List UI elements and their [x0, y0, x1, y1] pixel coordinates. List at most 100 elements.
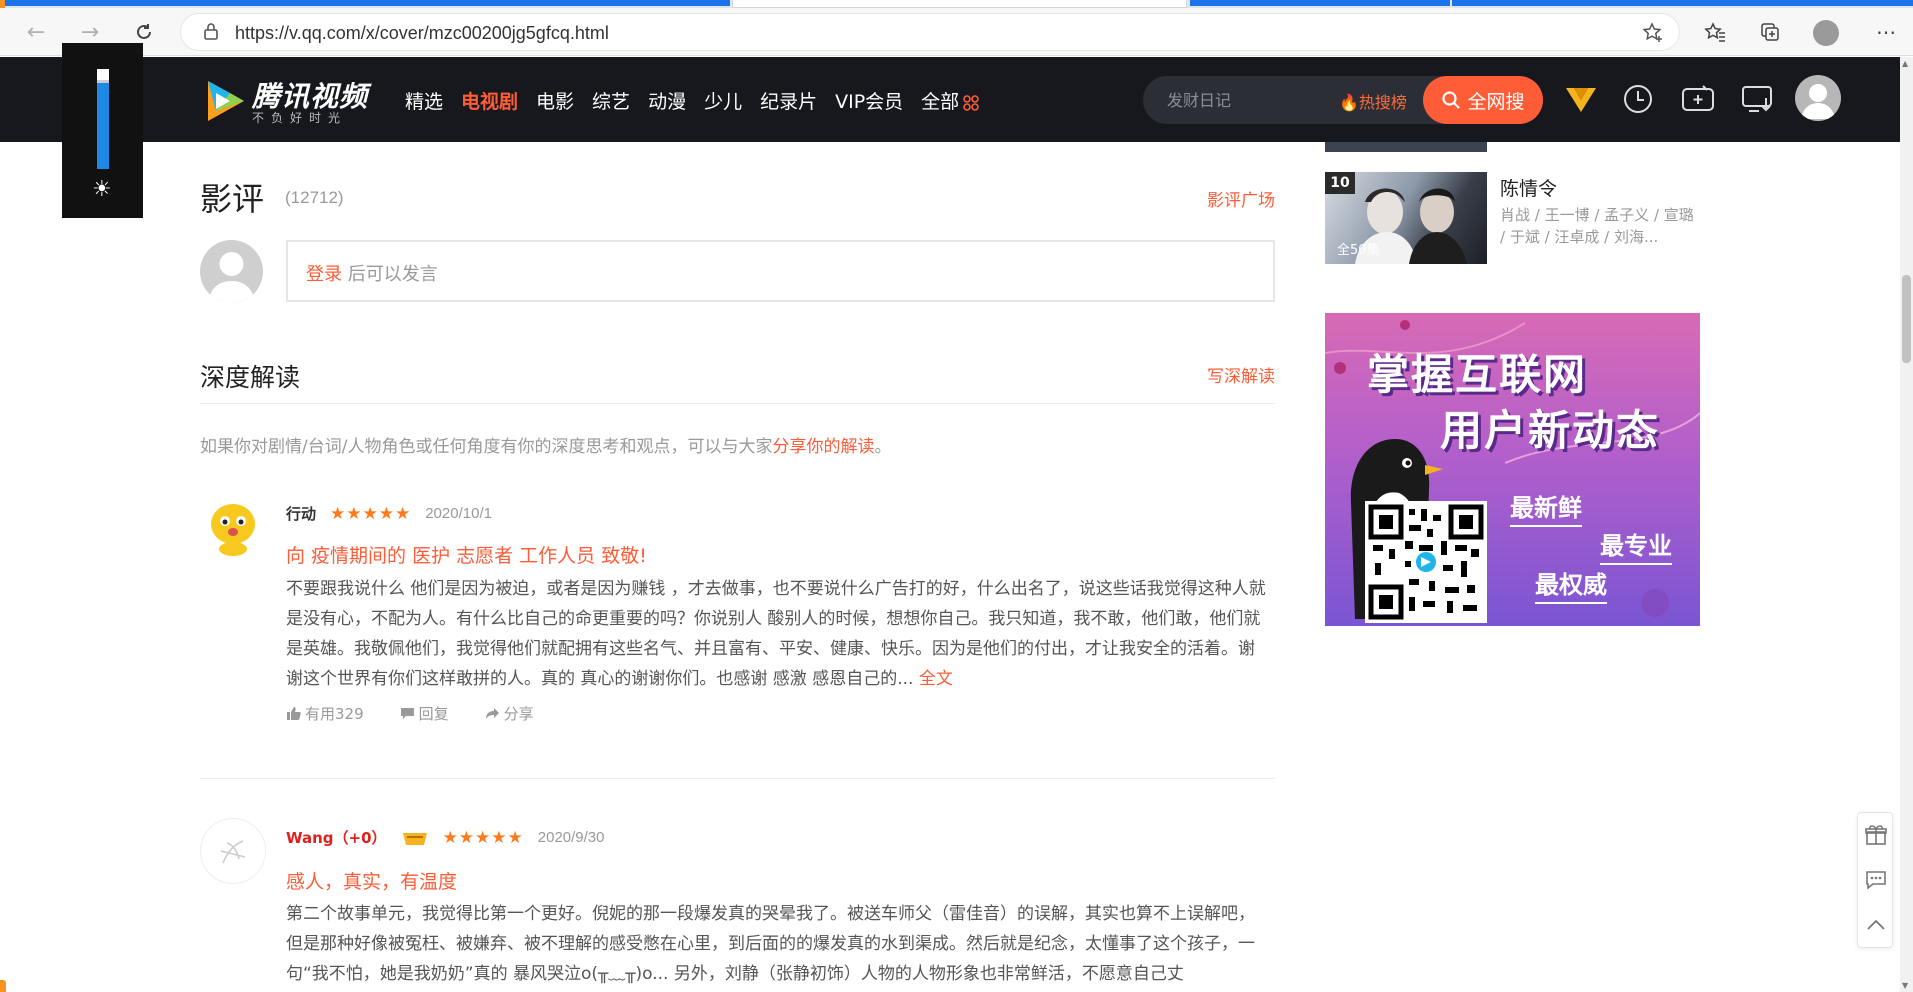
episode-count: 全50集 — [1337, 243, 1380, 258]
review-title[interactable]: 感人，真实，有温度 — [286, 867, 457, 894]
collections-icon[interactable] — [1756, 18, 1784, 46]
browser-tab[interactable] — [1190, 0, 1450, 6]
url-text[interactable]: https://v.qq.com/x/cover/mzc00200jg5gfcq… — [235, 23, 609, 44]
browser-toolbar: ← → https://v.qq.com/x/cover/mzc00200jg5… — [0, 8, 1913, 56]
add-favorite-icon[interactable] — [1641, 21, 1665, 45]
read-full-link[interactable]: 全文 — [919, 669, 953, 689]
page-scrollbar[interactable]: ▲ ▼ — [1900, 57, 1913, 992]
vip-icon[interactable] — [1563, 81, 1599, 117]
ad-tag-professional: 最专业 — [1600, 526, 1672, 565]
comment-composer: 登录 后可以发言 — [200, 238, 1275, 303]
scroll-up-arrow-icon[interactable]: ▲ — [1902, 59, 1908, 68]
brightness-control: ☀ — [62, 43, 143, 218]
address-bar[interactable]: https://v.qq.com/x/cover/mzc00200jg5gfcq… — [180, 13, 1680, 51]
nav-item-variety[interactable]: 综艺 — [592, 87, 630, 114]
reviews-count: (12712) — [285, 188, 344, 207]
login-link[interactable]: 登录 — [306, 264, 342, 285]
review-date: 2020/10/1 — [425, 505, 492, 522]
share-button[interactable]: 分享 — [485, 703, 534, 724]
lock-icon — [204, 23, 218, 40]
nav-item-all[interactable]: 全部 — [921, 87, 980, 114]
guest-avatar — [200, 240, 263, 303]
deep-desc-suffix: 。 — [874, 437, 892, 457]
browser-tab-active[interactable] — [732, 0, 1187, 8]
play-logo-icon — [208, 81, 244, 121]
review-plaza-link[interactable]: 影评广场 — [1207, 186, 1275, 211]
upload-video-icon[interactable] — [1680, 81, 1716, 117]
nav-item-movies[interactable]: 电影 — [536, 87, 574, 114]
reply-button[interactable]: 回复 — [400, 703, 449, 724]
deep-analysis-title: 深度解读 — [200, 363, 301, 392]
comment-input-box[interactable]: 登录 后可以发言 — [286, 240, 1275, 302]
nav-item-kids[interactable]: 少儿 — [704, 87, 742, 114]
deep-analysis-description: 如果你对剧情/台词/人物角色或任何角度有你的深度思考和观点，可以与大家分享你的解… — [200, 432, 891, 457]
thumbs-up-icon — [287, 707, 301, 720]
gift-icon[interactable] — [1864, 823, 1888, 847]
reviews-header: 影评 (12712) 影评广场 — [200, 174, 1275, 218]
back-to-top-icon[interactable] — [1864, 913, 1888, 937]
search-icon — [1442, 91, 1461, 109]
nav-item-all-label: 全部 — [921, 91, 960, 113]
rating-stars: ★★★★★ — [442, 827, 524, 848]
rank-thumbnail-partial[interactable] — [1325, 142, 1487, 152]
review-item: 行动 ★★★★★ 2020/10/1 向 疫情期间的 医护 志愿者 工作人员 致… — [200, 494, 1275, 723]
browser-tab[interactable] — [1452, 0, 1913, 6]
nav-item-tv-series[interactable]: 电视剧 — [461, 87, 518, 114]
review-meta: Wang（+0） ★★★★★ 2020/9/30 — [286, 827, 605, 848]
floating-toolbar — [1857, 812, 1893, 948]
brightness-slider[interactable] — [97, 69, 109, 169]
site-header: 腾讯视频 不负好时光 精选 电视剧 电影 综艺 动漫 少儿 纪录片 VIP会员 … — [0, 57, 1900, 142]
reviewer-avatar[interactable] — [200, 818, 266, 884]
brightness-slider-handle[interactable] — [97, 69, 109, 83]
profile-avatar[interactable] — [1813, 20, 1839, 46]
show-title[interactable]: 陈情令 — [1500, 174, 1557, 201]
nav-item-featured[interactable]: 精选 — [405, 87, 443, 114]
main-nav: 精选 电视剧 电影 综艺 动漫 少儿 纪录片 VIP会员 全部 — [405, 87, 998, 114]
write-analysis-link[interactable]: 写深解读 — [1207, 362, 1275, 387]
browser-tab[interactable] — [0, 0, 730, 6]
nav-item-vip[interactable]: VIP会员 — [835, 87, 903, 114]
review-title[interactable]: 向 疫情期间的 医护 志愿者 工作人员 致敬! — [286, 541, 647, 568]
rank-number: 10 — [1325, 172, 1355, 194]
feedback-icon[interactable] — [1864, 868, 1888, 892]
back-arrow-icon[interactable]: ← — [20, 16, 52, 48]
ranking-item[interactable]: 10 全50集 陈情令 肖战 / 王一博 / 孟子义 / 宣璐 / 于斌 / 汪… — [1325, 172, 1700, 264]
show-thumbnail[interactable]: 10 全50集 — [1325, 172, 1487, 264]
advertisement-banner[interactable]: 掌握互联网 用户新动态 最新鲜 最专业 最权威 — [1325, 313, 1700, 626]
reviewer-name[interactable]: 行动 — [286, 503, 316, 524]
search-bar: 🔥热搜榜 全网搜 — [1143, 76, 1543, 124]
comment-icon — [400, 708, 414, 719]
user-avatar[interactable] — [1795, 75, 1841, 121]
review-body: 第二个故事单元，我觉得比第一个更好。倪妮的那一段爆发真的哭晕我了。被送车师父（雷… — [286, 904, 1255, 984]
browser-tab-strip — [0, 0, 1913, 20]
scroll-down-arrow-icon[interactable]: ▼ — [1902, 981, 1908, 990]
more-menu-icon[interactable]: ⋯ — [1872, 18, 1900, 46]
ad-headline-2: 用户新动态 — [1440, 406, 1661, 455]
logo-slogan: 不负好时光 — [252, 111, 348, 125]
deep-analysis-header: 深度解读 写深解读 — [200, 352, 1275, 404]
share-arrow-icon — [485, 708, 499, 719]
review-item: Wang（+0） ★★★★★ 2020/9/30 感人，真实，有温度 第二个故事… — [200, 818, 1275, 984]
favorites-icon[interactable] — [1701, 18, 1729, 46]
search-button[interactable]: 全网搜 — [1423, 76, 1543, 124]
history-clock-icon[interactable] — [1620, 81, 1656, 117]
tencent-video-logo[interactable]: 腾讯视频 不负好时光 — [200, 73, 370, 127]
nav-item-anime[interactable]: 动漫 — [648, 87, 686, 114]
useful-button[interactable]: 有用329 — [286, 703, 364, 724]
level-badge-icon — [402, 832, 427, 845]
scrollbar-thumb[interactable] — [1902, 275, 1911, 363]
reviewer-name[interactable]: Wang（+0） — [286, 827, 387, 848]
login-prompt-suffix: 后可以发言 — [342, 264, 438, 285]
qr-code — [1365, 501, 1487, 623]
search-input[interactable] — [1167, 88, 1327, 112]
nav-item-documentary[interactable]: 纪录片 — [760, 87, 817, 114]
hot-rank-link[interactable]: 🔥热搜榜 — [1339, 89, 1407, 113]
reviewer-avatar[interactable] — [200, 494, 266, 560]
review-actions: 有用329 回复 分享 — [286, 703, 534, 724]
ad-tag-newest: 最新鲜 — [1510, 488, 1582, 527]
share-analysis-link[interactable]: 分享你的解读 — [772, 437, 874, 457]
grid-dots-icon — [963, 94, 979, 111]
review-meta: 行动 ★★★★★ 2020/10/1 — [286, 503, 492, 524]
download-client-icon[interactable] — [1740, 81, 1776, 117]
search-button-label: 全网搜 — [1467, 90, 1525, 113]
